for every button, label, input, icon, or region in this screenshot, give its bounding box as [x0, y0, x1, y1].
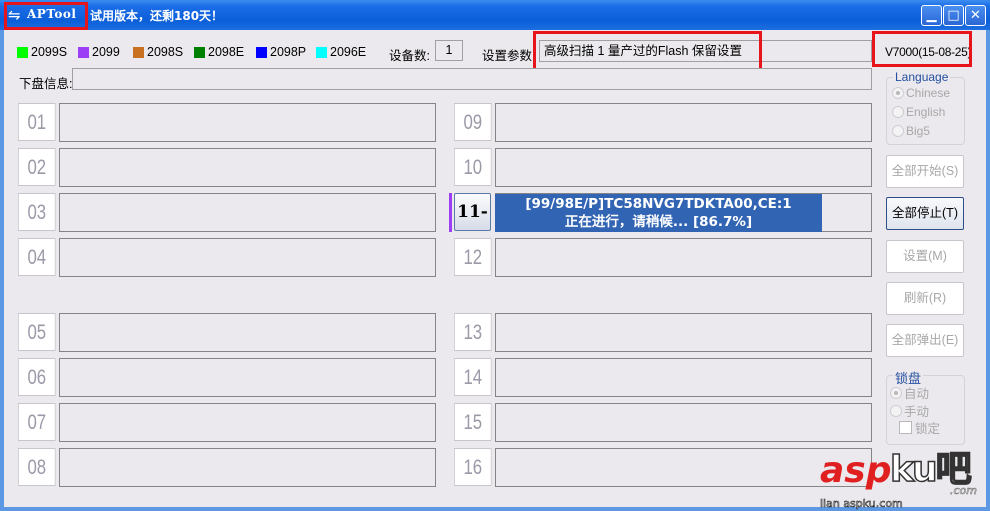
legend-label: 2096E	[330, 45, 367, 59]
slot-status-13	[495, 313, 872, 352]
slot-status-01	[59, 103, 436, 142]
language-option-label: Big5	[906, 124, 931, 138]
radio-icon	[892, 87, 904, 99]
app-title: APTool	[27, 7, 77, 21]
legend-item: 2098S	[133, 45, 183, 59]
checkbox-icon	[899, 421, 912, 434]
radio-icon	[892, 106, 904, 118]
trial-notice: 试用版本，还剩180天！	[90, 9, 224, 23]
language-group-title: Language	[893, 70, 951, 84]
legend-label: 2098E	[208, 45, 245, 59]
radio-icon	[890, 404, 902, 417]
slot-number-03[interactable]: 03	[18, 193, 56, 231]
slot-status-15	[495, 403, 872, 442]
device-count-label: 设备数:	[389, 49, 430, 63]
version-label: V7000(15-08-25)	[885, 45, 972, 59]
slot-status-10	[495, 148, 872, 187]
lock-checkbox[interactable]: 锁定	[899, 418, 940, 437]
stop-all-button[interactable]: 全部停止(T)	[886, 197, 964, 230]
legend-swatch	[17, 46, 28, 58]
slot-number-11[interactable]: 11-I	[454, 193, 491, 258]
title-bar[interactable]: ⇋ APTool 试用版本，还剩180天！ ▁ □ ✕	[0, 0, 990, 30]
close-icon: ✕	[970, 8, 981, 23]
legend-label: 2098S	[147, 45, 184, 59]
slot-number-06[interactable]: 06	[18, 358, 56, 396]
legend-swatch	[256, 46, 267, 58]
slot-chip-indicator	[449, 193, 452, 232]
maximize-button[interactable]: □	[943, 5, 964, 26]
settings-value: 高级扫描 1 量产过的Flash 保留设置	[539, 40, 872, 62]
slot-status-04	[59, 238, 436, 277]
slot-number-04[interactable]: 04	[18, 238, 56, 276]
legend-swatch	[78, 46, 89, 58]
legend-item: 2099S	[17, 45, 67, 59]
disk-info-label: 下盘信息:	[19, 77, 73, 91]
slot-number-02[interactable]: 02	[18, 148, 56, 186]
refresh-button[interactable]: 刷新(R)	[886, 282, 964, 315]
language-group: Language Chinese English Big5	[886, 70, 965, 145]
slot-number-09[interactable]: 09	[454, 103, 492, 141]
disk-info-field	[72, 68, 872, 90]
slot-status-02	[59, 148, 436, 187]
slot-number-08[interactable]: 08	[18, 448, 56, 486]
language-option-label: Chinese	[906, 86, 951, 100]
slot-number-05[interactable]: 05	[18, 313, 56, 351]
slot-number-12[interactable]: 12	[454, 238, 492, 276]
legend-label: 2099	[92, 45, 120, 59]
legend-item: 2099	[78, 45, 120, 59]
settings-button[interactable]: 设置(M)	[886, 240, 964, 273]
slot-number-13[interactable]: 13	[454, 313, 492, 351]
radio-icon	[890, 386, 902, 399]
slot-number-14[interactable]: 14	[454, 358, 492, 396]
radio-icon	[892, 125, 904, 137]
slot-status-05	[59, 313, 436, 352]
language-option-chinese[interactable]: Chinese	[892, 86, 950, 100]
lock-checkbox-label: 锁定	[915, 422, 941, 436]
language-option-big5[interactable]: Big5	[892, 124, 930, 138]
slot-number-15[interactable]: 15	[454, 403, 492, 441]
usb-icon: ⇋	[8, 6, 21, 24]
slot-status-09	[495, 103, 872, 142]
settings-label: 设置参数:	[482, 49, 536, 63]
start-all-button[interactable]: 全部开始(S)	[886, 155, 964, 188]
minimize-button[interactable]: ▁	[921, 5, 942, 26]
legend-label: 2098P	[270, 45, 307, 59]
slot-status-06	[59, 358, 436, 397]
slot-progress-text: 正在进行，请稍候... [86.7%]	[564, 214, 753, 230]
slot-status-07	[59, 403, 436, 442]
slot-number-07[interactable]: 07	[18, 403, 56, 441]
slot-number-10[interactable]: 10	[454, 148, 492, 186]
lock-group: 锁盘 自动 手动 锁定	[886, 368, 965, 445]
legend-swatch	[316, 46, 327, 58]
minimize-icon: ▁	[926, 8, 937, 23]
close-button[interactable]: ✕	[965, 5, 986, 26]
slot-chip-info: [99/98E/P]TC58NVG7TDKTA00,CE:1	[525, 196, 792, 212]
lock-option-label: 自动	[904, 387, 930, 401]
slot-status-12	[495, 238, 872, 277]
legend-swatch	[194, 46, 205, 58]
legend-label: 2099S	[31, 45, 68, 59]
slot-status-03	[59, 193, 436, 232]
slot-status-08	[59, 448, 436, 487]
slot-status-16	[495, 448, 872, 487]
maximize-icon: □	[947, 8, 960, 23]
slot-number-16[interactable]: 16	[454, 448, 492, 486]
slot-status-14	[495, 358, 872, 397]
language-option-english[interactable]: English	[892, 105, 945, 119]
language-option-label: English	[906, 105, 946, 119]
lock-option-auto[interactable]: 自动	[890, 383, 929, 402]
eject-all-button[interactable]: 全部弹出(E)	[886, 324, 964, 357]
device-count-value: 1	[435, 40, 463, 61]
slot-progress-11: [99/98E/P]TC58NVG7TDKTA00,CE:1 正在进行，请稍候.…	[495, 194, 822, 232]
legend-item: 2098E	[194, 45, 244, 59]
legend-item: 2098P	[256, 45, 306, 59]
slot-number-01[interactable]: 01	[18, 103, 56, 141]
legend-item: 2096E	[316, 45, 366, 59]
legend-swatch	[133, 46, 144, 58]
